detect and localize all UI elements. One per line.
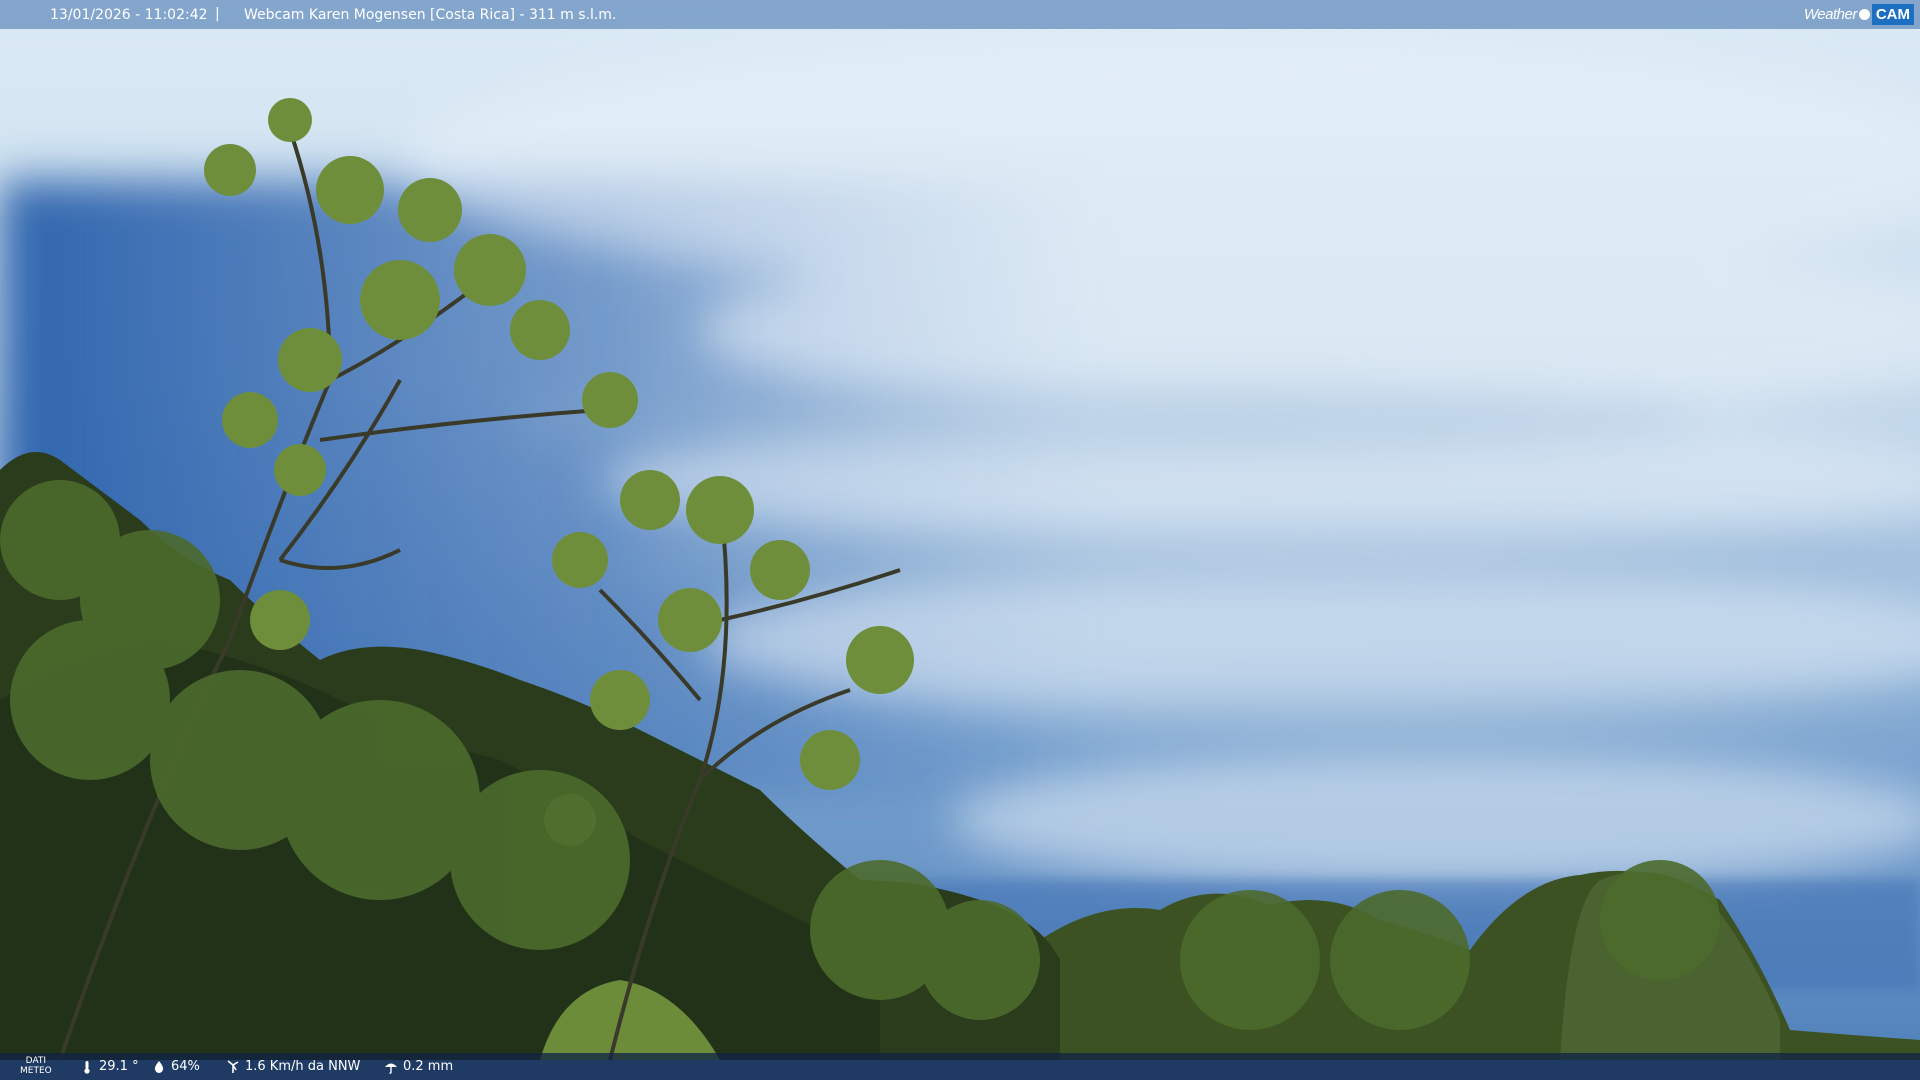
weathercam-logo[interactable]: Weather CAM bbox=[1804, 2, 1914, 26]
rain-icon bbox=[385, 1063, 397, 1074]
header-bar: 13/01/2026 - 11:02:42 | Webcam Karen Mog… bbox=[0, 0, 1920, 29]
wind-value: 1.6 Km/h da NNW bbox=[245, 1059, 361, 1074]
timestamp: 13/01/2026 - 11:02:42 bbox=[50, 7, 208, 23]
temperature-value: 29.1 ° bbox=[99, 1059, 139, 1074]
temperature-readout: 29.1 ° bbox=[80, 1059, 139, 1074]
wind-icon bbox=[227, 1059, 239, 1073]
webcam-title: Webcam Karen Mogensen [Costa Rica] - 311… bbox=[244, 7, 617, 23]
dati-label-line1: DATI bbox=[25, 1056, 47, 1066]
dati-meteo-label: DATI METEO bbox=[20, 1056, 52, 1076]
humidity-value: 64% bbox=[171, 1059, 200, 1074]
humidity-icon bbox=[154, 1060, 164, 1073]
dati-label-line2: METEO bbox=[20, 1066, 52, 1076]
webcam-scene bbox=[0, 0, 1920, 1080]
logo-cam-text: CAM bbox=[1871, 3, 1914, 25]
header-separator: | bbox=[215, 6, 220, 22]
rain-readout: 0.2 mm bbox=[384, 1059, 453, 1074]
humidity-readout: 64% bbox=[152, 1059, 200, 1074]
logo-dot-icon bbox=[1858, 8, 1870, 20]
wind-readout: 1.6 Km/h da NNW bbox=[226, 1059, 360, 1074]
rain-value: 0.2 mm bbox=[403, 1059, 454, 1074]
thermometer-icon bbox=[84, 1060, 90, 1074]
logo-weather-text: Weather bbox=[1803, 5, 1857, 23]
weather-data-bar: DATI METEO 29.1 ° 64% 1.6 Km/h da NNW 0.… bbox=[0, 1053, 1920, 1080]
